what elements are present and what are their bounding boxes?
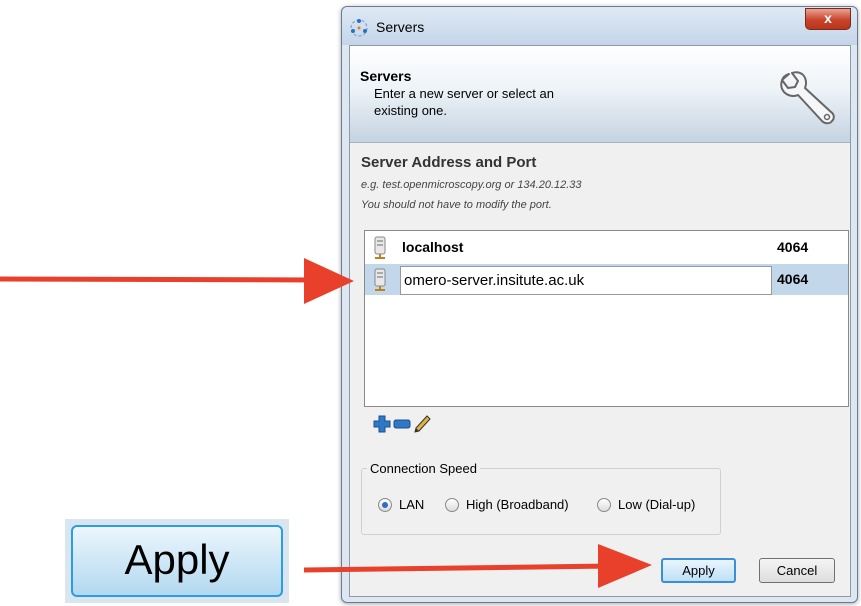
zoomed-apply-callout: Apply [65,519,289,603]
servers-dialog: Servers x Servers Enter a new server or … [341,6,858,603]
server-name-input[interactable] [400,266,772,295]
close-button[interactable]: x [805,8,851,30]
server-row[interactable]: localhost 4064 [365,232,848,263]
radio-unchecked-icon [597,497,611,512]
server-port[interactable]: 4064 [777,239,808,255]
connection-speed-label: Connection Speed [367,461,480,476]
banner-description: Enter a new server or select an existing… [374,86,554,118]
server-section-title: Server Address and Port [361,154,537,171]
radio-low-dialup[interactable]: Low (Dial-up) [597,497,695,513]
apply-button[interactable]: Apply [661,558,736,583]
radio-high-broadband[interactable]: High (Broadband) [445,497,569,513]
hint-port: You should not have to modify the port. [361,199,552,211]
title-bar[interactable]: Servers x [342,7,857,45]
header-banner: Servers Enter a new server or select an … [350,46,850,143]
minus-icon[interactable] [392,414,412,434]
server-row-selected[interactable]: 4064 [365,264,848,295]
radio-lan[interactable]: LAN [378,497,424,513]
radio-unchecked-icon [445,497,459,512]
server-icon [374,236,386,259]
server-icon [374,268,386,291]
server-list[interactable]: localhost 4064 4064 [364,230,849,407]
connection-speed-group: Connection Speed LAN High (Broadband) Lo… [361,461,721,535]
omero-app-icon [350,19,368,37]
server-name: localhost [402,239,464,255]
cancel-button[interactable]: Cancel [759,558,835,583]
radio-checked-icon [378,497,392,512]
zoomed-apply-label: Apply [71,525,283,597]
arrow-to-server-row [0,258,354,304]
banner-title: Servers [360,68,412,84]
pencil-icon[interactable] [412,414,432,434]
window-title: Servers [376,19,425,35]
dialog-content: Servers Enter a new server or select an … [349,45,851,597]
server-port[interactable]: 4064 [777,271,808,287]
hint-example: e.g. test.openmicroscopy.org or 134.20.1… [361,179,582,191]
plus-icon[interactable] [372,414,392,434]
wrench-icon [780,71,835,125]
